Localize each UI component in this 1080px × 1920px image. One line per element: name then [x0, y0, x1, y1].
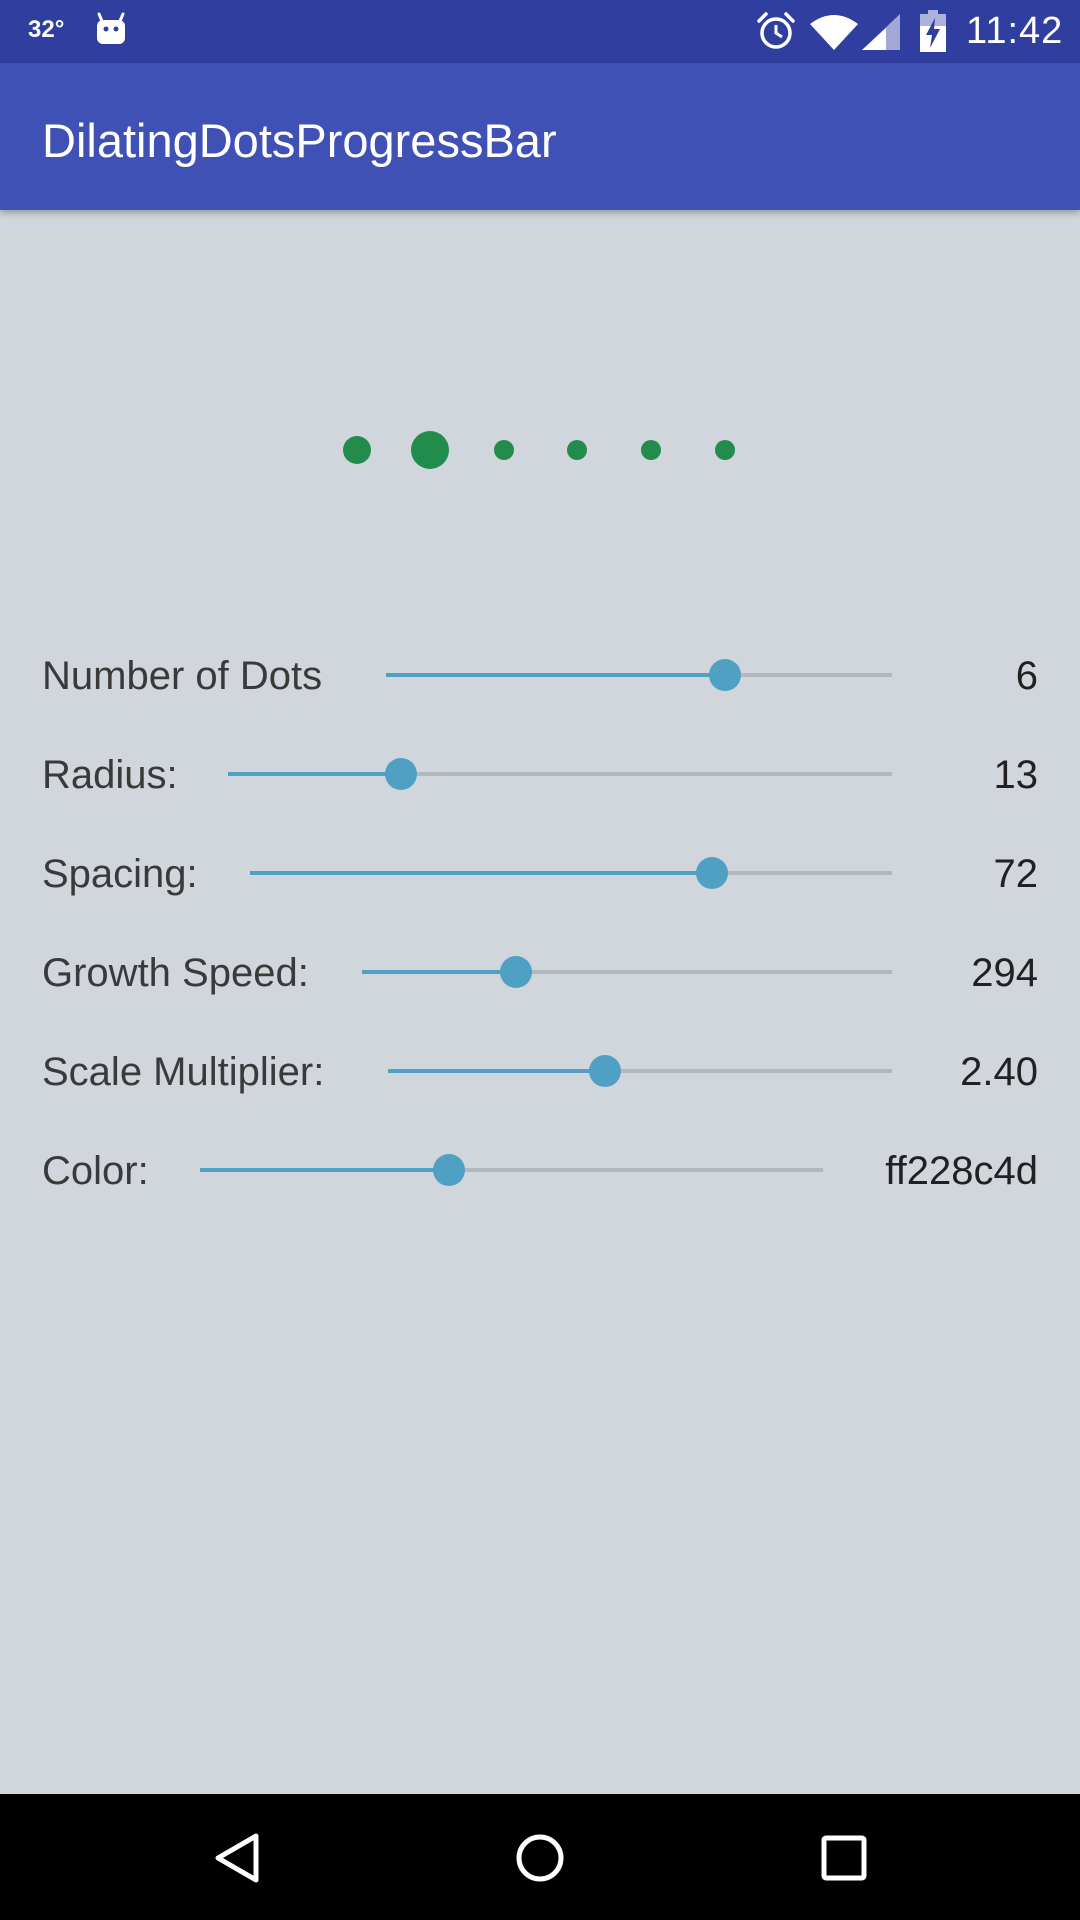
- slider-fill: [250, 871, 713, 875]
- clock-text: 11:42: [966, 10, 1064, 52]
- slider-thumb[interactable]: [433, 1154, 466, 1186]
- status-bar: 32° 11:42: [0, 0, 1080, 63]
- signal-icon: [862, 14, 900, 50]
- radius-value: 13: [993, 753, 1039, 797]
- progress-dot: [715, 440, 735, 460]
- slider-thumb[interactable]: [709, 659, 742, 691]
- recents-icon[interactable]: [820, 1834, 868, 1882]
- app-bar: DilatingDotsProgressBar: [0, 63, 1080, 210]
- slider-fill: [388, 1069, 605, 1073]
- scale-multiplier-value: 2.40: [960, 1050, 1038, 1094]
- slider-thumb[interactable]: [696, 857, 729, 889]
- color-value: ff228c4d: [885, 1149, 1038, 1193]
- back-icon[interactable]: [212, 1832, 262, 1884]
- growth-speed-label: Growth Speed:: [42, 951, 309, 995]
- slider-fill: [362, 970, 516, 974]
- progress-dot: [567, 440, 587, 460]
- android-icon: [97, 12, 125, 44]
- progress-dot: [343, 436, 371, 464]
- progress-dot: [494, 440, 514, 460]
- dilating-dots-progress-bar: [0, 400, 1080, 500]
- dots-value: 6: [1015, 654, 1038, 698]
- setting-row-dots: Number of Dots 6: [0, 640, 1080, 710]
- setting-row-color: Color: ff228c4d: [0, 1135, 1080, 1205]
- growth-speed-value: 294: [971, 951, 1038, 995]
- slider-thumb[interactable]: [384, 758, 417, 790]
- app-title: DilatingDotsProgressBar: [42, 114, 557, 167]
- color-label: Color:: [42, 1149, 149, 1193]
- slider-thumb[interactable]: [588, 1055, 621, 1087]
- progress-dot: [641, 440, 661, 460]
- setting-row-spacing: Spacing: 72: [0, 838, 1080, 908]
- slider-fill: [228, 772, 401, 776]
- spacing-label: Spacing:: [42, 852, 198, 896]
- battery-charging-icon: [920, 10, 946, 52]
- setting-row-radius: Radius: 13: [0, 739, 1080, 809]
- setting-row-scale-multiplier: Scale Multiplier: 2.40: [0, 1036, 1080, 1106]
- dots-label: Number of Dots: [42, 654, 323, 698]
- setting-row-growth-speed: Growth Speed: 294: [0, 937, 1080, 1007]
- wifi-icon: [810, 15, 858, 50]
- navigation-bar: [0, 1794, 1080, 1920]
- temperature-text: 32°: [28, 16, 65, 43]
- progress-dot: [411, 431, 449, 469]
- slider-thumb[interactable]: [499, 956, 532, 988]
- spacing-value: 72: [993, 852, 1039, 896]
- radius-label: Radius:: [42, 753, 178, 797]
- home-icon[interactable]: [514, 1832, 566, 1884]
- slider-fill: [200, 1168, 450, 1172]
- scale-multiplier-label: Scale Multiplier:: [42, 1050, 325, 1094]
- slider-fill: [386, 673, 726, 677]
- alarm-icon: [757, 12, 795, 49]
